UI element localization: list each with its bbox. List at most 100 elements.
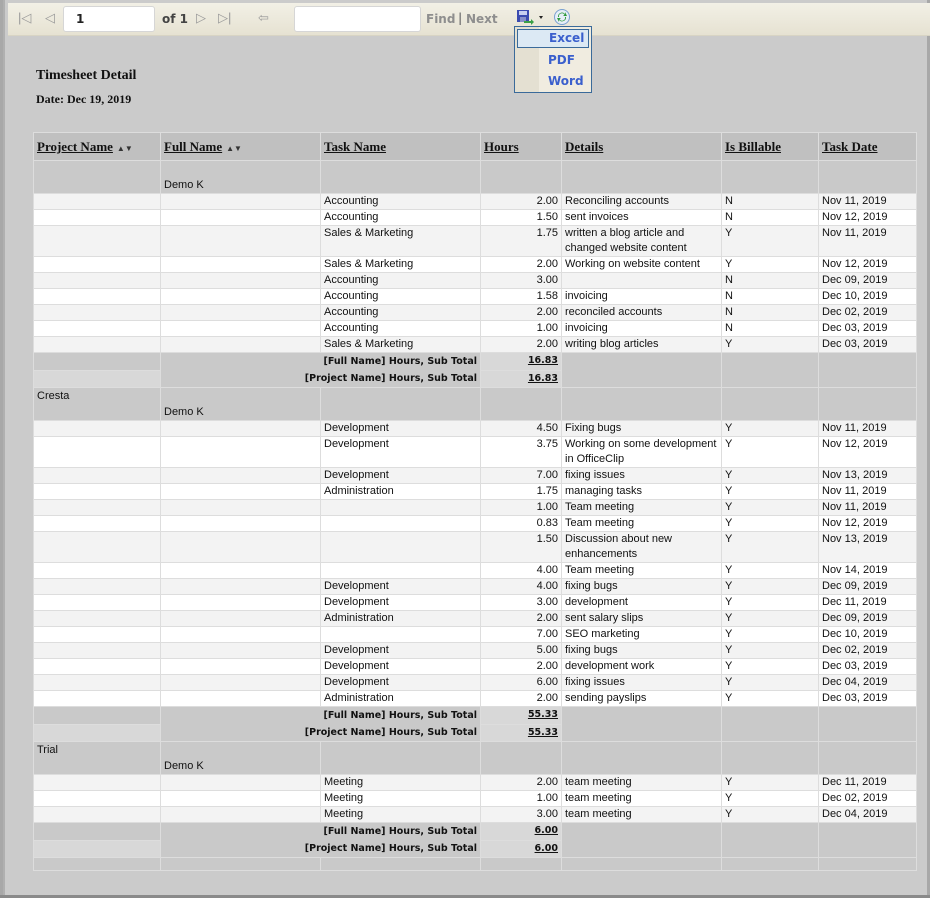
table-row: Sales & Marketing 2.00 Working on website …: [33, 256, 917, 273]
hours-cell: 3.00: [480, 272, 562, 289]
task-date-cell: Nov 11, 2019: [818, 483, 917, 500]
export-pdf-item[interactable]: PDF: [517, 51, 589, 70]
project-name-cell: [33, 193, 161, 210]
fullname-subtotal-row: [Full Name] Hours, Sub Total [Project Nam…: [33, 706, 917, 742]
details-cell: Fixing bugs: [561, 420, 722, 437]
is-billable-cell: Y: [721, 499, 819, 516]
is-billable-cell: Y: [721, 774, 819, 791]
task-name-cell: Accounting: [320, 193, 481, 210]
dropdown-arrow-icon: [539, 16, 543, 19]
table-row: Administration 2.00 sent salary slips Y Dec …: [33, 610, 917, 627]
column-header-task-name[interactable]: Task Name: [320, 132, 481, 161]
details-cell: sent invoices: [561, 209, 722, 226]
export-word-item[interactable]: Word: [517, 72, 589, 91]
empty-cell: [33, 369, 161, 388]
export-menu: Excel PDF Word: [514, 26, 592, 93]
hours-cell: 1.50: [480, 531, 562, 563]
refresh-button[interactable]: [553, 8, 571, 26]
table-row: Development 4.50 Fixing bugs Y Nov 11, 2019: [33, 420, 917, 437]
column-header-details[interactable]: Details: [561, 132, 722, 161]
full-name-cell: [160, 531, 321, 563]
column-header-task-date[interactable]: Task Date: [818, 132, 917, 161]
full-name-cell: [160, 272, 321, 289]
empty-cell: [320, 160, 481, 194]
column-header-is-billable[interactable]: Is Billable: [721, 132, 819, 161]
hours-cell: 7.00: [480, 467, 562, 484]
task-date-cell: Nov 13, 2019: [818, 467, 917, 484]
empty-cell: [561, 822, 722, 858]
table-footer-row: [33, 857, 917, 871]
hours-cell: 4.00: [480, 578, 562, 595]
full-name-cell: [160, 256, 321, 273]
table-header-row: Project Name ▲▼ Full Name ▲▼ Task Name Hou…: [33, 132, 917, 161]
prev-page-icon[interactable]: ◁: [45, 10, 55, 26]
hours-cell: 2.00: [480, 690, 562, 707]
project-name-cell: [33, 256, 161, 273]
is-billable-cell: N: [721, 272, 819, 289]
task-name-cell: Development: [320, 642, 481, 659]
page-number-input[interactable]: 1: [63, 6, 155, 32]
first-page-icon[interactable]: |◁: [18, 10, 31, 26]
hours-cell: 1.50: [480, 209, 562, 226]
task-date-cell: Dec 09, 2019: [818, 578, 917, 595]
task-name-cell: Meeting: [320, 806, 481, 823]
project-name-cell: [33, 578, 161, 595]
hours-cell: 5.00: [480, 642, 562, 659]
find-input[interactable]: [294, 6, 421, 32]
hours-cell: 2.00: [480, 774, 562, 791]
table-row: Administration 1.75 managing tasks Y Nov 11,…: [33, 483, 917, 500]
column-header-label[interactable]: Project Name: [37, 139, 113, 154]
empty-cell: [721, 352, 819, 388]
column-header-label[interactable]: Details: [565, 139, 603, 154]
hours-cell: 2.00: [480, 304, 562, 321]
is-billable-cell: N: [721, 209, 819, 226]
column-header-hours[interactable]: Hours: [480, 132, 562, 161]
last-page-icon[interactable]: ▷|: [218, 10, 231, 26]
project-name-cell: [33, 320, 161, 337]
table-row: Sales & Marketing 1.75 written a blog arti…: [33, 225, 917, 257]
project-name-cell: [33, 515, 161, 532]
full-name-cell: [160, 658, 321, 675]
full-name-cell: Demo K: [160, 741, 321, 775]
project-name-cell: [33, 690, 161, 707]
sort-icon[interactable]: ▲▼: [226, 144, 242, 153]
empty-cell: [721, 160, 819, 194]
is-billable-cell: Y: [721, 790, 819, 807]
task-date-cell: Dec 02, 2019: [818, 790, 917, 807]
project-name-cell: [33, 658, 161, 675]
table-row: 0.83 Team meeting Y Nov 12, 2019: [33, 515, 917, 532]
is-billable-cell: Y: [721, 420, 819, 437]
export-button[interactable]: [515, 8, 545, 26]
timesheet-table: Project Name ▲▼ Full Name ▲▼ Task Name Hou…: [33, 132, 917, 871]
is-billable-cell: Y: [721, 806, 819, 823]
empty-cell: [320, 741, 481, 775]
column-header-full-name[interactable]: Full Name ▲▼: [160, 132, 321, 161]
column-header-label[interactable]: Full Name: [164, 139, 222, 154]
find-link[interactable]: Find: [426, 12, 455, 26]
column-header-label[interactable]: Task Date: [822, 139, 878, 154]
column-header-label[interactable]: Hours: [484, 139, 519, 154]
task-date-cell: Dec 04, 2019: [818, 806, 917, 823]
column-header-project-name[interactable]: Project Name ▲▼: [33, 132, 161, 161]
page-count-label: of 1: [162, 12, 188, 26]
task-date-cell: Dec 09, 2019: [818, 272, 917, 289]
export-excel-item[interactable]: Excel: [517, 29, 589, 48]
task-date-cell: Dec 11, 2019: [818, 594, 917, 611]
column-header-label[interactable]: Task Name: [324, 139, 386, 154]
next-link[interactable]: Next: [466, 12, 498, 26]
hours-cell: 6.00: [480, 674, 562, 691]
group-header-row: Demo K: [33, 160, 917, 194]
column-header-label[interactable]: Is Billable: [725, 139, 781, 154]
empty-cell: [818, 352, 917, 388]
empty-cell: [818, 387, 917, 421]
project-name-cell: [33, 467, 161, 484]
task-name-cell: Meeting: [320, 790, 481, 807]
sort-icon[interactable]: ▲▼: [117, 144, 133, 153]
is-billable-cell: N: [721, 304, 819, 321]
next-page-icon[interactable]: ▷: [196, 10, 206, 26]
project-name-cell: [33, 288, 161, 305]
back-icon[interactable]: ⇦: [258, 10, 269, 26]
full-name-cell: [160, 515, 321, 532]
subtotal-label: [Full Name] Hours, Sub Total [Project Nam…: [160, 822, 481, 858]
empty-cell: [480, 160, 562, 194]
